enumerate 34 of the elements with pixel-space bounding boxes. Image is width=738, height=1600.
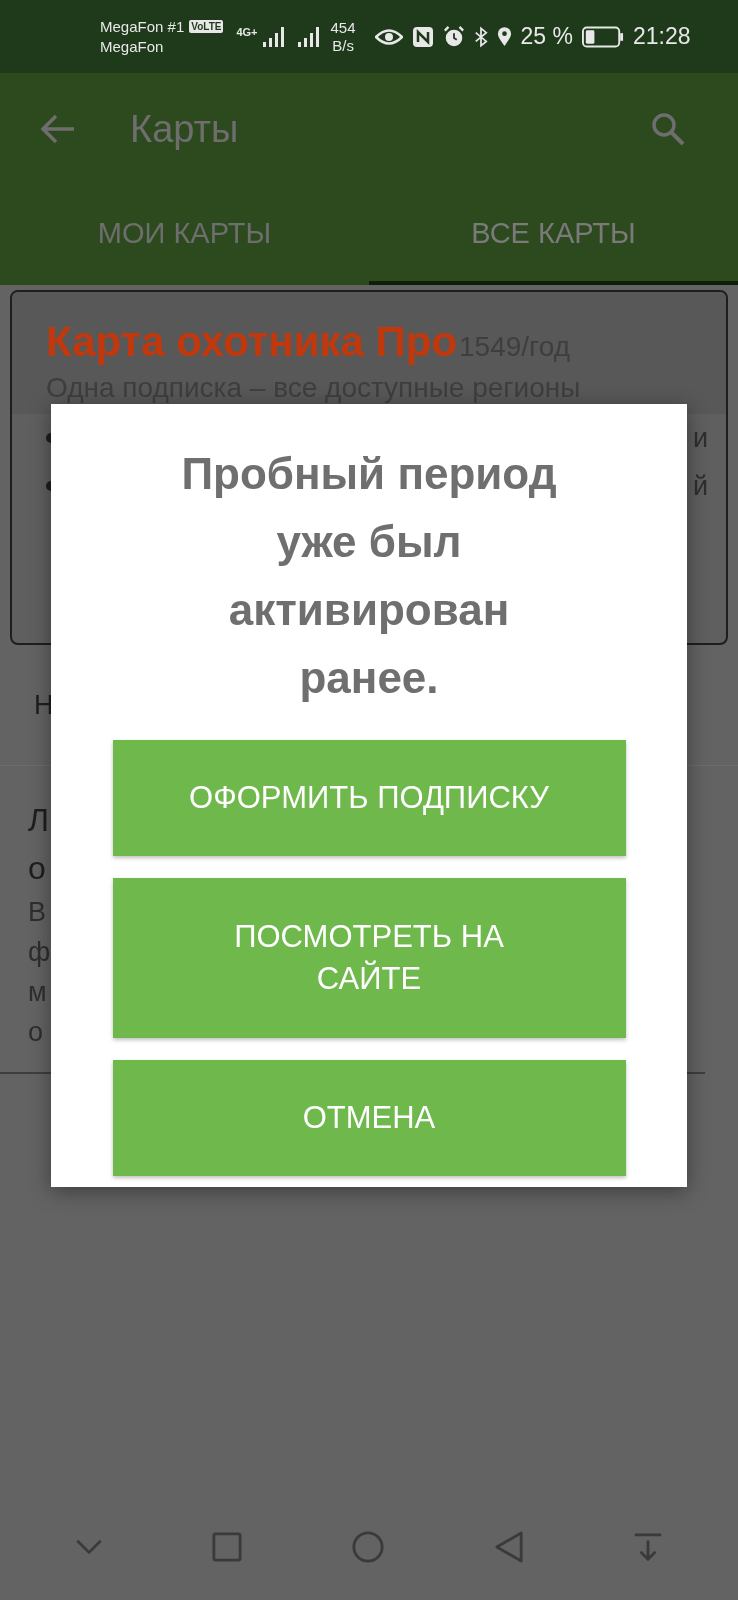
signal-icon [260,25,287,48]
bluetooth-icon [473,25,488,48]
section-text: Н [34,689,55,721]
dialog-button[interactable]: ОФОРМИТЬ ПОДПИСКУ [112,740,626,856]
dialog-button[interactable]: ОТМЕНА [112,1060,626,1176]
card-title: Карта охотника Про [46,318,458,366]
clock-time: 21:28 [633,23,691,50]
dialog-message: Пробный период уже был активирован ранее. [180,448,558,704]
location-icon [496,26,512,47]
search-icon[interactable] [650,111,686,147]
volte-badge: VoLTE [189,20,224,33]
back-icon[interactable] [494,1531,525,1563]
battery-percent: 25 % [520,23,573,50]
speed-value: 454 [330,18,356,37]
back-arrow-icon[interactable] [40,113,76,145]
tab[interactable]: МОИ КАРТЫ [0,185,369,285]
tab[interactable]: ВСЕ КАРТЫ [369,185,738,285]
chevron-down-icon[interactable] [74,1538,103,1556]
item-title-text: Л [28,801,50,840]
alarm-icon [442,25,465,48]
carrier-name: MegaFon #1 [100,16,185,37]
speed-unit: B/s [332,36,354,55]
recent-apps-icon[interactable] [211,1532,242,1562]
home-icon[interactable] [350,1530,385,1564]
dialog-button[interactable]: ПОСМОТРЕТЬ НА САЙТЕ [112,878,626,1038]
eye-icon [374,27,403,46]
network-type: 4G+ [236,25,258,38]
battery-icon [582,25,624,48]
signal-icon [295,25,322,48]
carrier-name: MegaFon [100,36,165,57]
screen-title: Карты [130,107,240,151]
pull-down-icon[interactable] [633,1532,664,1562]
item-title-text: о [28,849,47,888]
nfc-icon [411,25,434,48]
